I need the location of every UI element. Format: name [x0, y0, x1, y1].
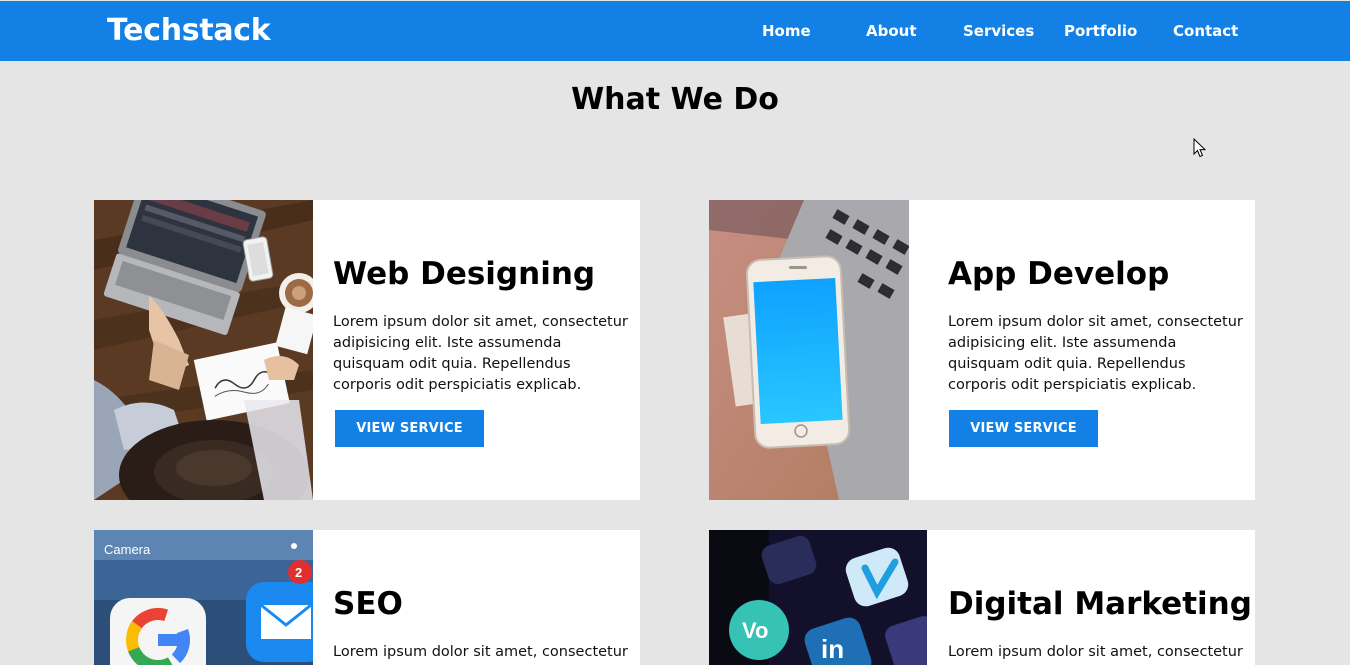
card-title: SEO [333, 586, 403, 622]
nav-services[interactable]: Services [963, 22, 1034, 40]
view-service-button[interactable]: VIEW SERVICE [335, 410, 484, 447]
svg-text:in: in [821, 634, 844, 664]
section-title: What We Do [571, 82, 779, 117]
navbar: Techstack Home About Services Portfolio … [0, 1, 1350, 61]
svg-text:Vo: Vo [742, 618, 768, 643]
seo-image: Camera 2 [94, 530, 313, 665]
app-develop-image [709, 200, 909, 500]
web-designing-image [94, 200, 313, 500]
service-card-digital-marketing: Vo in Digital Marketing Lorem ipsum dolo… [709, 530, 1255, 665]
brand-logo[interactable]: Techstack [107, 13, 271, 48]
seo-body: SEO Lorem ipsum dolor sit amet, consecte… [333, 530, 633, 665]
card-title: App Develop [948, 256, 1170, 292]
service-card-app-develop: App Develop Lorem ipsum dolor sit amet, … [709, 200, 1255, 500]
app-develop-body: App Develop Lorem ipsum dolor sit amet, … [948, 200, 1248, 500]
card-description: Lorem ipsum dolor sit amet, consectetur … [948, 314, 1243, 393]
svg-text:2: 2 [295, 565, 302, 580]
mouse-cursor-icon [1193, 138, 1207, 158]
card-description: Lorem ipsum dolor sit amet, consectetur … [333, 314, 628, 393]
card-description: Lorem ipsum dolor sit amet, consectetur [333, 644, 628, 660]
nav-home[interactable]: Home [762, 22, 811, 40]
digital-marketing-body: Digital Marketing Lorem ipsum dolor sit … [948, 530, 1252, 665]
service-card-web-designing: Web Designing Lorem ipsum dolor sit amet… [94, 200, 640, 500]
nav-contact[interactable]: Contact [1173, 22, 1238, 40]
card-title: Web Designing [333, 256, 596, 292]
card-description: Lorem ipsum dolor sit amet, consectetur [948, 644, 1243, 660]
web-designing-body: Web Designing Lorem ipsum dolor sit amet… [333, 200, 633, 500]
service-card-seo: Camera 2 SEO Lorem ipsum dolor sit amet,… [94, 530, 640, 665]
nav-portfolio[interactable]: Portfolio [1064, 22, 1137, 40]
view-service-button[interactable]: VIEW SERVICE [949, 410, 1098, 447]
digital-marketing-image: Vo in [709, 530, 927, 665]
camera-app-label: Camera [104, 542, 151, 557]
nav-about[interactable]: About [866, 22, 917, 40]
card-title: Digital Marketing [948, 586, 1252, 622]
